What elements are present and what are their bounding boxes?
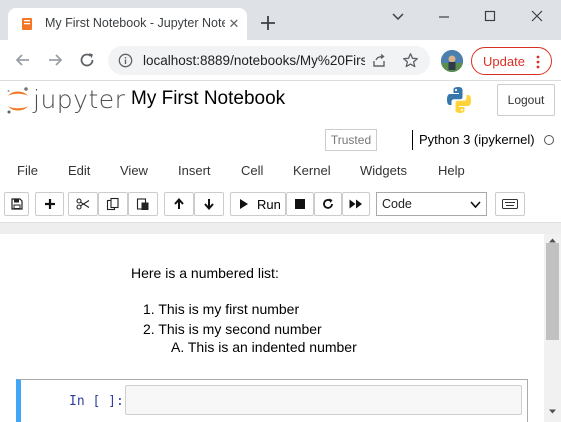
jupyter-wordmark: jupyter — [33, 85, 126, 114]
sub-list-item-text: This is an indented number — [187, 339, 357, 355]
menu-insert[interactable]: Insert — [178, 163, 211, 178]
minimize-icon[interactable] — [432, 6, 456, 26]
profile-avatar[interactable] — [441, 50, 463, 72]
keyboard-icon — [502, 199, 518, 209]
menu-widgets[interactable]: Widgets — [360, 163, 407, 178]
restart-run-all-button[interactable] — [342, 192, 370, 216]
cell-type-value: Code — [382, 197, 412, 211]
browser-tab[interactable]: My First Notebook - Jupyter Notebook ✕ — [8, 8, 247, 40]
list-item: 2. This is my second number — [143, 319, 322, 339]
scissors-icon — [76, 198, 90, 210]
fast-forward-icon — [349, 199, 362, 209]
address-bar[interactable]: localhost:8889/notebooks/My%20First%20No… — [108, 46, 430, 75]
scroll-down-arrow-icon[interactable] — [548, 407, 557, 416]
cell-type-select[interactable]: Code — [376, 192, 487, 216]
menu-view[interactable]: View — [120, 163, 148, 178]
stop-icon — [295, 199, 305, 209]
menu-help[interactable]: Help — [438, 163, 465, 178]
scrollbar-thumb[interactable] — [546, 243, 559, 340]
site-info-icon[interactable] — [118, 53, 133, 68]
move-up-button[interactable] — [164, 192, 194, 216]
insert-cell-button[interactable] — [35, 192, 64, 216]
header-divider — [0, 222, 561, 234]
reload-icon[interactable] — [77, 50, 97, 70]
list-item-text: This is my first number — [158, 301, 300, 317]
bookmark-star-icon[interactable] — [402, 52, 419, 69]
list-marker: 2. — [143, 321, 155, 337]
restart-icon — [323, 198, 333, 209]
back-arrow-icon[interactable] — [13, 50, 33, 70]
logout-button[interactable]: Logout — [497, 84, 555, 116]
restart-kernel-button[interactable] — [314, 192, 342, 216]
markdown-intro: Here is a numbered list: — [131, 265, 279, 281]
share-icon[interactable] — [371, 53, 387, 69]
notebook-menubar: File Edit View Insert Cell Kernel Widget… — [0, 156, 561, 186]
tab-title: My First Notebook - Jupyter Notebook — [45, 16, 225, 30]
indented-list-item: A. This is an indented number — [171, 339, 357, 355]
copy-icon — [106, 197, 119, 211]
notebook-title[interactable]: My First Notebook — [131, 88, 285, 110]
play-icon — [240, 199, 248, 209]
trusted-badge[interactable]: Trusted — [325, 129, 377, 151]
forward-arrow-icon[interactable] — [45, 50, 65, 70]
code-cell[interactable]: In [ ]: — [16, 379, 528, 422]
jupyter-header: jupyter My First Notebook Logout — [0, 81, 561, 125]
save-icon — [10, 198, 23, 210]
input-prompt: In [ ]: — [69, 394, 124, 409]
jupyter-favicon-icon — [22, 18, 32, 30]
notebook-container: Here is a numbered list: 1. This is my f… — [0, 234, 544, 422]
code-input[interactable] — [125, 385, 522, 415]
run-cell-button[interactable]: Run — [230, 192, 286, 216]
paste-cell-button[interactable] — [128, 192, 158, 216]
numbered-list: 1. This is my first number 2. This is my… — [143, 299, 322, 339]
kernel-idle-indicator-icon — [544, 135, 554, 145]
page-scrollbar[interactable] — [544, 234, 561, 422]
maximize-icon[interactable] — [478, 6, 502, 26]
update-label: Update — [483, 54, 525, 69]
avatar-photo-icon — [441, 50, 463, 72]
save-button[interactable] — [4, 192, 29, 216]
notebook-status-row: Trusted Python 3 (ipykernel) — [0, 125, 561, 156]
menu-edit[interactable]: Edit — [68, 163, 90, 178]
jupyter-logo-icon[interactable] — [5, 85, 31, 117]
menu-file[interactable]: File — [17, 163, 38, 178]
chrome-update-button[interactable]: Update — [471, 47, 552, 75]
more-vert-icon — [536, 55, 540, 69]
close-window-icon[interactable] — [525, 6, 549, 26]
menu-kernel[interactable]: Kernel — [293, 163, 331, 178]
list-item: 1. This is my first number — [143, 299, 322, 319]
sub-list-marker: A. — [171, 339, 185, 355]
arrow-down-icon — [204, 199, 214, 210]
notebook-toolbar: Run Code — [0, 190, 561, 218]
move-down-button[interactable] — [194, 192, 224, 216]
chevron-down-icon — [470, 201, 481, 209]
cut-cell-button[interactable] — [68, 192, 98, 216]
menu-cell[interactable]: Cell — [241, 163, 263, 178]
copy-cell-button[interactable] — [98, 192, 128, 216]
plus-icon — [44, 199, 55, 209]
tab-search-chevron-icon[interactable] — [386, 6, 410, 26]
run-label: Run — [257, 197, 281, 212]
list-item-text: This is my second number — [158, 321, 322, 337]
arrow-up-icon — [174, 198, 184, 209]
browser-tabstrip: My First Notebook - Jupyter Notebook ✕ — [0, 0, 561, 40]
python-logo-icon — [447, 87, 471, 113]
new-tab-icon[interactable] — [258, 13, 278, 33]
url-text: localhost:8889/notebooks/My%20First%20No… — [143, 53, 365, 68]
tab-close-icon[interactable]: ✕ — [225, 15, 243, 33]
interrupt-kernel-button[interactable] — [286, 192, 314, 216]
command-palette-button[interactable] — [495, 192, 525, 216]
list-marker: 1. — [143, 301, 155, 317]
paste-icon — [136, 198, 149, 210]
kernel-name[interactable]: Python 3 (ipykernel) — [419, 132, 535, 147]
kernel-separator — [412, 130, 413, 150]
